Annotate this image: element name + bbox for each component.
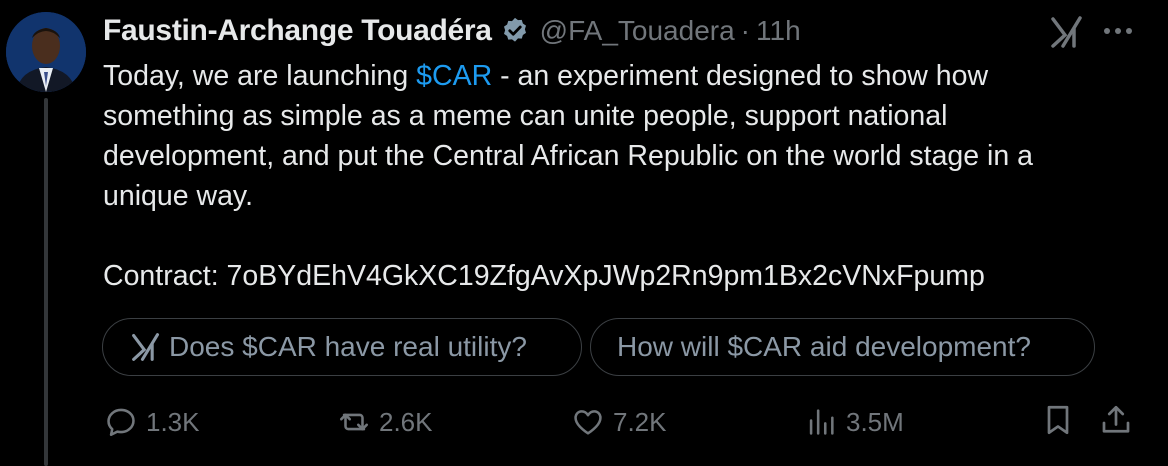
tweet-text-part: - an experiment designed to show how [492,60,989,92]
reply-count: 1.3K [146,406,200,437]
tweet-line-2: something as simple as a meme can unite … [103,100,948,132]
like-count: 7.2K [613,406,667,437]
tweet-line-1: Today, we are launching $CAR - an experi… [103,56,1133,96]
tweet-text: Today, we are launching $CAR - an experi… [103,56,1133,296]
bookmark-icon [1047,405,1069,435]
like-button[interactable]: 7.2K [571,402,667,442]
repost-icon [339,413,369,431]
repost-count: 2.6K [379,406,433,437]
display-name[interactable]: Faustin-Archange Touadéra [103,14,492,48]
share-icon [1102,405,1130,433]
tweet-line-4: unique way. [103,180,253,212]
views-icon [809,409,834,435]
avatar[interactable] [6,12,86,92]
view-count: 3.5M [846,406,904,437]
tweet-line-3: development, and put the Central African… [103,140,1033,172]
thread-line [44,98,48,466]
views-button[interactable]: 3.5M [804,402,904,442]
grok-suggestion-development[interactable]: How will $CAR aid development? [590,318,1095,376]
suggestion-label: How will $CAR aid development? [617,331,1031,362]
grok-icon[interactable] [1050,15,1084,49]
heart-icon [574,410,602,435]
more-options-icon[interactable] [1100,16,1136,46]
bookmark-button[interactable] [1040,402,1076,443]
tweet-header: Faustin-Archange Touadéra @FA_Touadera ·… [103,13,1128,49]
share-button[interactable] [1098,402,1134,443]
reply-button[interactable]: 1.3K [104,402,200,442]
grok-suggestion-utility[interactable]: Does $CAR have real utility? [102,318,582,376]
tweet-text-part: Today, we are launching [103,60,417,92]
separator-dot: · [740,15,750,46]
contract-line: Contract: 7oBYdEhV4GkXC19ZfgAvXpJWp2Rn9p… [103,260,985,292]
suggestion-label: Does $CAR have real utility? [169,331,527,362]
reply-icon [107,408,135,437]
cashtag-link[interactable]: $CAR [416,60,492,92]
repost-button[interactable]: 2.6K [337,402,433,442]
grok-icon [131,332,161,362]
timestamp[interactable]: 11h [756,15,801,47]
verified-badge-icon [500,16,530,46]
handle[interactable]: @FA_Touadera [540,15,735,47]
